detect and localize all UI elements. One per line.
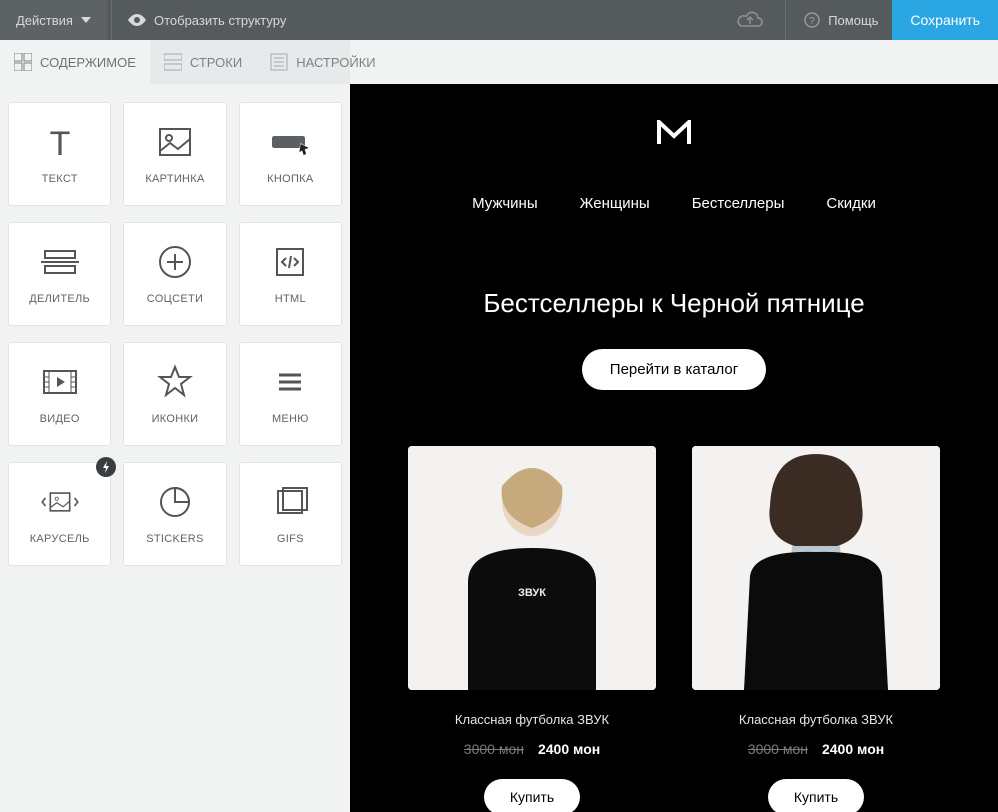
help-button[interactable]: ? Помощь <box>790 0 892 40</box>
product-image[interactable]: ЗВУК <box>408 446 656 690</box>
block-menu[interactable]: МЕНЮ <box>239 342 342 446</box>
email-nav: Мужчины Женщины Бестселлеры Скидки <box>370 195 978 212</box>
product-card: ЗВУК Классная футболка ЗВУК 3000 мон 240… <box>408 446 656 812</box>
show-structure-button[interactable]: Отобразить структуру <box>116 0 298 40</box>
show-structure-label: Отобразить структуру <box>154 13 286 28</box>
email-canvas[interactable]: Мужчины Женщины Бестселлеры Скидки Бестс… <box>350 84 998 812</box>
nav-men[interactable]: Мужчины <box>472 195 537 212</box>
buy-button[interactable]: Купить <box>484 779 580 812</box>
tab-rows-label: СТРОКИ <box>190 55 242 70</box>
block-video-label: ВИДЕО <box>40 413 80 426</box>
block-gifs[interactable]: GIFS <box>239 462 342 566</box>
hero-title: Бестселлеры к Черной пятнице <box>370 288 978 319</box>
nav-sale[interactable]: Скидки <box>826 195 875 212</box>
blocks-grid: T ТЕКСТ КАРТИНКА КНОПКА ДЕЛИТЕЛЬ СОЦСЕТИ… <box>8 102 342 566</box>
block-icons[interactable]: ИКОНКИ <box>123 342 226 446</box>
sidebar-tabs: СОДЕРЖИМОЕ СТРОКИ НАСТРОЙКИ <box>0 40 350 84</box>
actions-label: Действия <box>16 13 73 28</box>
cloud-upload-icon[interactable] <box>737 11 763 29</box>
help-label: Помощь <box>828 13 878 28</box>
tab-settings-label: НАСТРОЙКИ <box>296 55 375 70</box>
block-divider-label: ДЕЛИТЕЛЬ <box>29 293 90 306</box>
block-carousel-label: КАРУСЕЛЬ <box>30 533 90 546</box>
brand-logo <box>370 120 978 151</box>
tab-content[interactable]: СОДЕРЖИМОЕ <box>0 40 150 84</box>
block-text[interactable]: T ТЕКСТ <box>8 102 111 206</box>
block-video[interactable]: ВИДЕО <box>8 342 111 446</box>
sticker-icon <box>154 481 196 523</box>
svg-text:ЗВУК: ЗВУК <box>518 587 546 599</box>
video-icon <box>39 361 81 403</box>
price-new: 2400 мон <box>822 741 884 757</box>
settings-icon <box>270 53 288 71</box>
block-social[interactable]: СОЦСЕТИ <box>123 222 226 326</box>
block-html[interactable]: HTML <box>239 222 342 326</box>
block-carousel[interactable]: КАРУСЕЛЬ <box>8 462 111 566</box>
product-name: Классная футболка ЗВУК <box>408 712 656 727</box>
block-gifs-label: GIFS <box>277 533 304 546</box>
toolbar-right-group: ? Помощь Сохранить <box>719 0 998 40</box>
logo-m-icon <box>657 120 691 151</box>
block-html-label: HTML <box>275 293 306 306</box>
gifs-icon <box>269 481 311 523</box>
price-old: 3000 мон <box>464 741 524 757</box>
block-divider[interactable]: ДЕЛИТЕЛЬ <box>8 222 111 326</box>
nav-bestsellers[interactable]: Бестселлеры <box>692 195 785 212</box>
price-row: 3000 мон 2400 мон <box>408 741 656 757</box>
email-body: Мужчины Женщины Бестселлеры Скидки Бестс… <box>350 84 998 812</box>
question-icon: ? <box>804 12 820 28</box>
block-social-label: СОЦСЕТИ <box>147 293 203 306</box>
bolt-badge <box>96 457 116 477</box>
top-toolbar: Действия Отобразить структуру ? Помощь С… <box>0 0 998 40</box>
star-icon <box>154 361 196 403</box>
tab-settings[interactable]: НАСТРОЙКИ <box>256 40 389 84</box>
tab-rows[interactable]: СТРОКИ <box>150 40 256 84</box>
svg-text:T: T <box>49 125 70 163</box>
tab-content-label: СОДЕРЖИМОЕ <box>40 55 136 70</box>
chevron-down-icon <box>81 17 91 23</box>
product-name: Классная футболка ЗВУК <box>692 712 940 727</box>
price-new: 2400 мон <box>538 741 600 757</box>
buy-button[interactable]: Купить <box>768 779 864 812</box>
save-button[interactable]: Сохранить <box>892 0 998 40</box>
block-icons-label: ИКОНКИ <box>152 413 199 426</box>
rows-icon <box>164 53 182 71</box>
divider-icon <box>39 241 81 283</box>
grid-icon <box>14 53 32 71</box>
block-image[interactable]: КАРТИНКА <box>123 102 226 206</box>
block-image-label: КАРТИНКА <box>145 173 204 186</box>
price-old: 3000 мон <box>748 741 808 757</box>
text-icon: T <box>39 121 81 163</box>
svg-text:?: ? <box>809 16 815 27</box>
actions-dropdown[interactable]: Действия <box>0 0 107 40</box>
nav-women[interactable]: Женщины <box>580 195 650 212</box>
block-button[interactable]: КНОПКА <box>239 102 342 206</box>
product-image[interactable] <box>692 446 940 690</box>
block-stickers[interactable]: STICKERS <box>123 462 226 566</box>
block-menu-label: МЕНЮ <box>272 413 309 426</box>
divider <box>785 0 786 40</box>
image-icon <box>154 121 196 163</box>
content-blocks-panel: T ТЕКСТ КАРТИНКА КНОПКА ДЕЛИТЕЛЬ СОЦСЕТИ… <box>0 84 350 566</box>
block-button-label: КНОПКА <box>267 173 313 186</box>
html-icon <box>269 241 311 283</box>
toolbar-left-group: Действия Отобразить структуру <box>0 0 298 40</box>
catalog-button[interactable]: Перейти в каталог <box>582 349 766 390</box>
product-row: ЗВУК Классная футболка ЗВУК 3000 мон 240… <box>370 446 978 812</box>
block-stickers-label: STICKERS <box>146 533 203 546</box>
price-row: 3000 мон 2400 мон <box>692 741 940 757</box>
block-text-label: ТЕКСТ <box>42 173 78 186</box>
button-icon <box>269 121 311 163</box>
eye-icon <box>128 14 146 26</box>
menu-icon <box>269 361 311 403</box>
product-card: Классная футболка ЗВУК 3000 мон 2400 мон… <box>692 446 940 812</box>
carousel-icon <box>39 481 81 523</box>
social-icon <box>154 241 196 283</box>
divider <box>111 0 112 40</box>
